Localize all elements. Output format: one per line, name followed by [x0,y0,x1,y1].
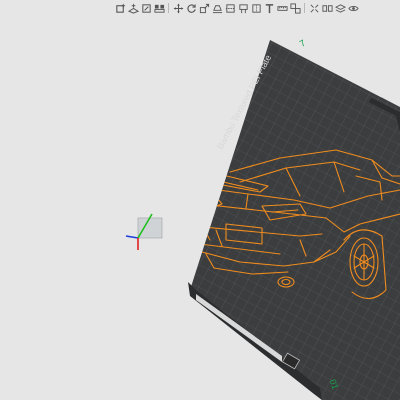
build-plate[interactable] [188,40,400,400]
axis-gizmo [125,213,163,250]
axis-gizmo-cube [137,217,163,239]
plate-grid [190,40,400,400]
plate-corner-mark: 7 [298,38,307,49]
3d-viewport[interactable]: Bambu Textured PEI Plate 7 01 [0,0,400,400]
